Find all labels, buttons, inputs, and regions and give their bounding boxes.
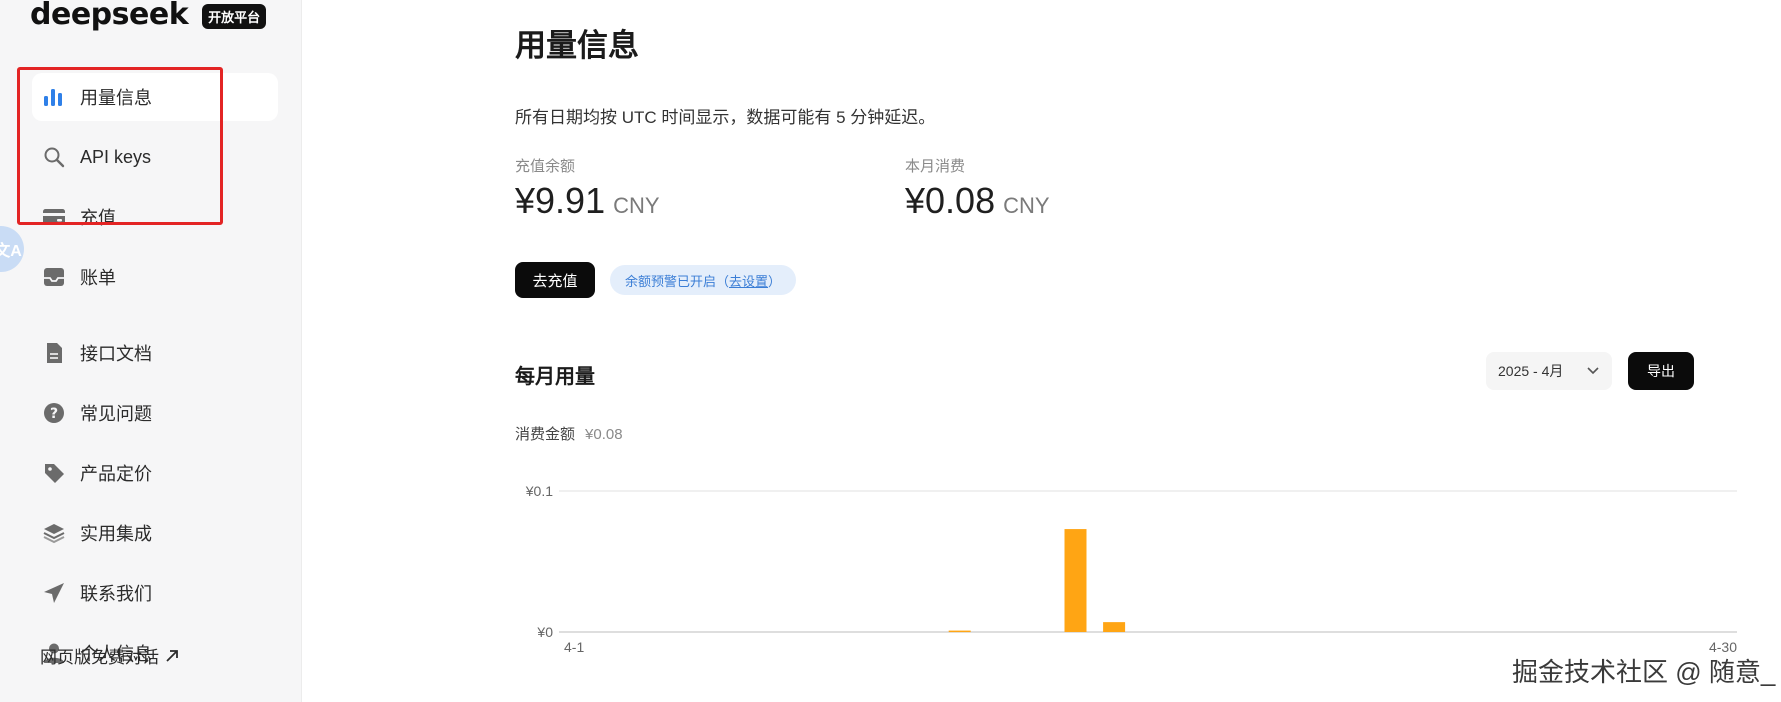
sidebar-item-usage[interactable]: 用量信息 — [32, 73, 278, 121]
main-content: 用量信息 所有日期均按 UTC 时间显示，数据可能有 5 分钟延迟。 充值余额 … — [301, 0, 1781, 702]
bar-4-14[interactable] — [1103, 622, 1126, 632]
watermark-text: 掘金技术社区 @ 随意_ — [1512, 657, 1776, 687]
sidebar-item-contact[interactable]: 联系我们 — [32, 569, 278, 617]
external-link-icon — [165, 649, 179, 663]
logo-text: deepseek — [30, 0, 189, 32]
sidebar-item-integrations[interactable]: 实用集成 — [32, 509, 278, 557]
y-tick-label: ¥0 — [536, 624, 553, 640]
y-tick-label: ¥0.1 — [525, 483, 553, 499]
bar-chart-icon — [42, 85, 66, 109]
sidebar-item-recharge[interactable]: 充值 — [32, 193, 278, 241]
monthly-spend-value: ¥0.08 CNY — [905, 180, 1050, 222]
sidebar-item-label: 用量信息 — [80, 88, 152, 108]
chart-labels: ¥0.1¥04-1 4-30 — [525, 483, 1737, 655]
balance-value: ¥9.91 CNY — [515, 180, 660, 222]
legend-amount: ¥0.08 — [585, 426, 623, 443]
sidebar-item-label: API keys — [80, 146, 152, 167]
utc-notice: 所有日期均按 UTC 时间显示，数据可能有 5 分钟延迟。 — [515, 108, 936, 127]
card-icon — [42, 205, 66, 229]
x-tick-label: 4-1 — [564, 639, 584, 655]
sidebar-item-label: 充值 — [80, 208, 116, 228]
tag-icon — [42, 461, 66, 485]
sidebar-item-label: 接口文档 — [80, 344, 152, 364]
balance-unit: CNY — [613, 193, 660, 218]
svg-text:?: ? — [50, 406, 58, 422]
bar-4-10[interactable] — [948, 630, 971, 633]
monthly-spend-label: 本月消费 — [905, 158, 966, 175]
alert-paren-close: ） — [768, 273, 782, 289]
page-title: 用量信息 — [515, 28, 639, 63]
question-icon: ? — [42, 401, 66, 425]
search-icon — [42, 145, 66, 169]
balance-alert-text: 余额预警已开启 — [624, 273, 716, 289]
translate-badge-text: 文A — [0, 243, 22, 260]
usage-bar-chart: ¥0.1¥04-1 4-30 — [525, 483, 1737, 655]
free-chat-label: 网页版免费对话 — [40, 648, 159, 667]
chart-bars — [948, 529, 1126, 633]
sidebar: deepseek 开放平台 用量信息 API keys 充值 账单 接口文档 ?… — [0, 0, 302, 702]
chart-grid — [559, 490, 1737, 633]
sidebar-item-faq[interactable]: ? 常见问题 — [32, 389, 278, 437]
translate-icon[interactable]: 文A — [0, 226, 24, 272]
export-button[interactable]: 导出 — [1628, 352, 1694, 390]
free-chat-link[interactable]: 网页版免费对话 — [40, 643, 179, 668]
balance-amount: ¥9.91 — [515, 180, 606, 221]
sidebar-item-label: 实用集成 — [80, 524, 152, 544]
send-icon — [42, 581, 66, 605]
monthly-spend-amount: ¥0.08 — [905, 180, 996, 221]
document-icon — [42, 341, 66, 365]
alert-settings-link[interactable]: 去设置 — [729, 271, 768, 290]
inbox-icon — [42, 265, 66, 289]
alert-paren-open: （ — [715, 273, 729, 289]
balance-alert-badge: 余额预警已开启 （ 去设置 ） — [610, 265, 796, 295]
layers-icon — [42, 521, 66, 545]
month-select-value: 2025 - 4月 — [1498, 363, 1564, 379]
sidebar-item-label: 账单 — [80, 268, 116, 288]
legend-label: 消费金额 — [515, 426, 576, 443]
monthly-spend-unit: CNY — [1003, 193, 1050, 218]
sidebar-item-pricing[interactable]: 产品定价 — [32, 449, 278, 497]
logo-badge: 开放平台 — [202, 3, 267, 29]
month-select[interactable]: 2025 - 4月 — [1486, 352, 1612, 390]
sidebar-item-bills[interactable]: 账单 — [32, 253, 278, 301]
recharge-button[interactable]: 去充值 — [515, 262, 595, 298]
bar-4-13[interactable] — [1064, 529, 1087, 632]
sidebar-item-label: 联系我们 — [80, 584, 152, 604]
sidebar-item-label: 产品定价 — [80, 464, 152, 484]
sidebar-item-docs[interactable]: 接口文档 — [32, 329, 278, 377]
sidebar-item-api-keys[interactable]: API keys — [32, 133, 278, 181]
balance-label: 充值余额 — [515, 158, 576, 175]
sidebar-item-label: 常见问题 — [80, 404, 152, 424]
chevron-down-icon — [1586, 363, 1600, 379]
monthly-usage-title: 每月用量 — [515, 366, 595, 388]
logo[interactable]: deepseek 开放平台 — [30, 0, 267, 34]
chart-legend: 消费金额 ¥0.08 — [515, 423, 623, 444]
